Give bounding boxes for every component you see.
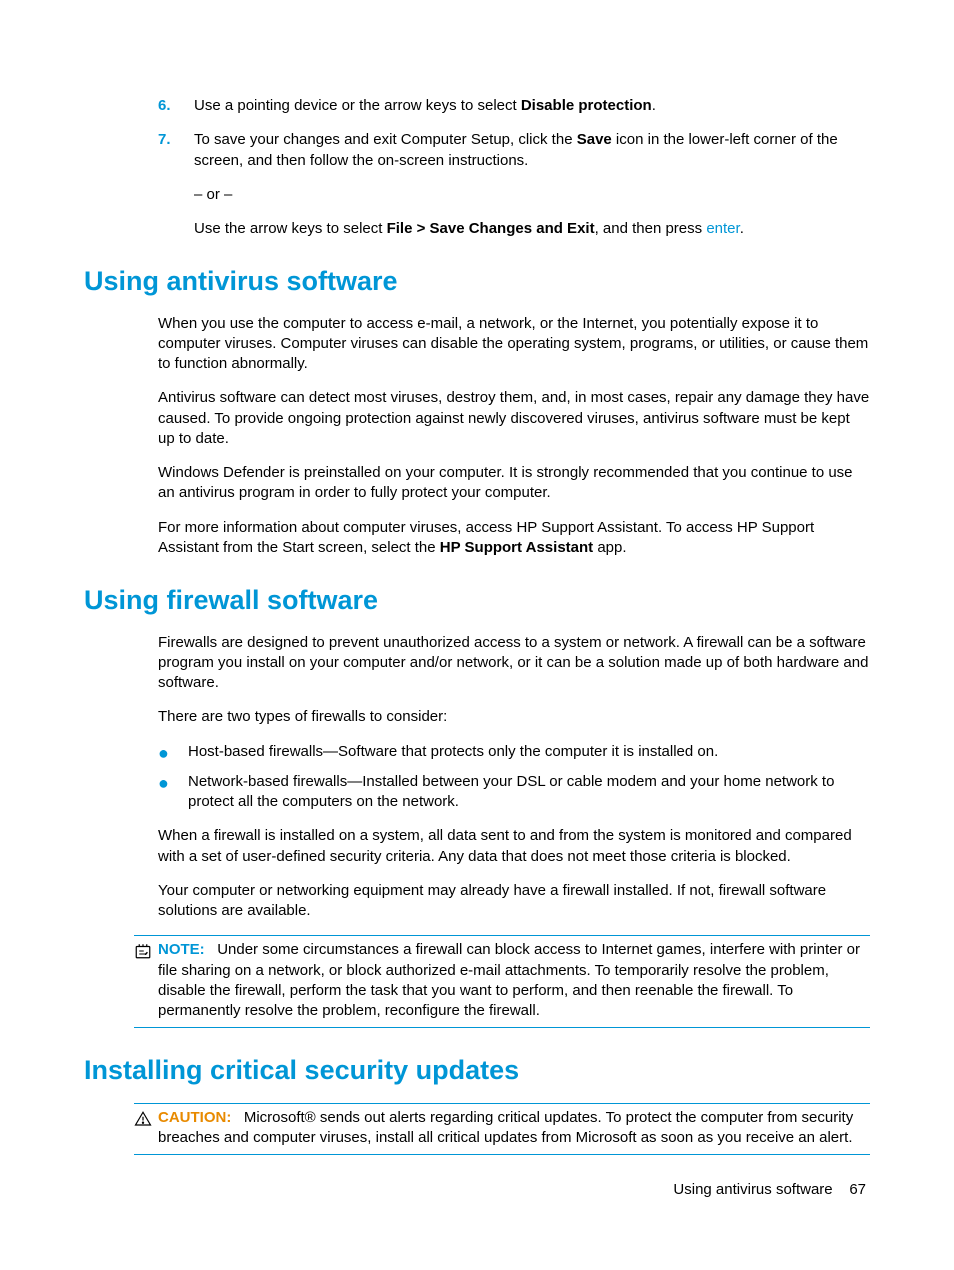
or-separator: – or –	[194, 185, 870, 205]
caution-label: CAUTION:	[158, 1109, 231, 1126]
text: app.	[593, 539, 626, 556]
text: .	[652, 97, 656, 114]
step-number: 7.	[158, 130, 190, 239]
heading-antivirus: Using antivirus software	[84, 263, 870, 299]
key-name: enter	[706, 220, 739, 237]
caution-callout: CAUTION: Microsoft® sends out alerts reg…	[134, 1103, 870, 1156]
bullet-icon: ●	[158, 772, 188, 813]
note-icon	[134, 940, 158, 1021]
page-footer: Using antivirus software 67	[673, 1180, 866, 1200]
step-6: 6. Use a pointing device or the arrow ke…	[158, 96, 870, 116]
list-text: Network-based firewalls—Installed betwee…	[188, 772, 870, 813]
paragraph: When a firewall is installed on a system…	[84, 826, 870, 867]
list-item: ● Host-based firewalls—Software that pro…	[158, 742, 870, 762]
text: To save your changes and exit Computer S…	[194, 131, 577, 148]
paragraph: Antivirus software can detect most virus…	[84, 388, 870, 449]
heading-firewall: Using firewall software	[84, 582, 870, 618]
bullet-list: ● Host-based firewalls—Software that pro…	[84, 742, 870, 813]
paragraph: There are two types of firewalls to cons…	[84, 707, 870, 727]
step-number: 6.	[158, 96, 190, 116]
paragraph: Your computer or networking equipment ma…	[84, 881, 870, 922]
heading-updates: Installing critical security updates	[84, 1052, 870, 1088]
ordered-steps: 6. Use a pointing device or the arrow ke…	[84, 96, 870, 239]
caution-text: Microsoft® sends out alerts regarding cr…	[158, 1109, 853, 1146]
text: , and then press	[595, 220, 707, 237]
note-callout: NOTE: Under some circumstances a firewal…	[134, 935, 870, 1028]
caution-icon	[134, 1108, 158, 1149]
bold-text: HP Support Assistant	[440, 539, 593, 556]
step-body: To save your changes and exit Computer S…	[190, 130, 870, 239]
bold-text: File > Save Changes and Exit	[387, 220, 595, 237]
bold-text: Save	[577, 131, 612, 148]
note-text: Under some circumstances a firewall can …	[158, 941, 860, 1019]
page-number: 67	[849, 1181, 866, 1198]
note-label: NOTE:	[158, 941, 205, 958]
note-body: NOTE: Under some circumstances a firewal…	[158, 940, 870, 1021]
step-body: Use a pointing device or the arrow keys …	[190, 96, 870, 116]
text: Use the arrow keys to select	[194, 220, 387, 237]
text: .	[740, 220, 744, 237]
list-text: Host-based firewalls—Software that prote…	[188, 742, 870, 762]
bullet-icon: ●	[158, 742, 188, 762]
paragraph: Windows Defender is preinstalled on your…	[84, 463, 870, 504]
step-7: 7. To save your changes and exit Compute…	[158, 130, 870, 239]
paragraph: When you use the computer to access e-ma…	[84, 314, 870, 375]
caution-body: CAUTION: Microsoft® sends out alerts reg…	[158, 1108, 870, 1149]
paragraph: For more information about computer viru…	[84, 518, 870, 559]
document-page: 6. Use a pointing device or the arrow ke…	[0, 0, 954, 1155]
list-item: ● Network-based firewalls—Installed betw…	[158, 772, 870, 813]
paragraph: Firewalls are designed to prevent unauth…	[84, 633, 870, 694]
bold-text: Disable protection	[521, 97, 652, 114]
footer-text: Using antivirus software	[673, 1181, 832, 1198]
text: Use a pointing device or the arrow keys …	[194, 97, 521, 114]
